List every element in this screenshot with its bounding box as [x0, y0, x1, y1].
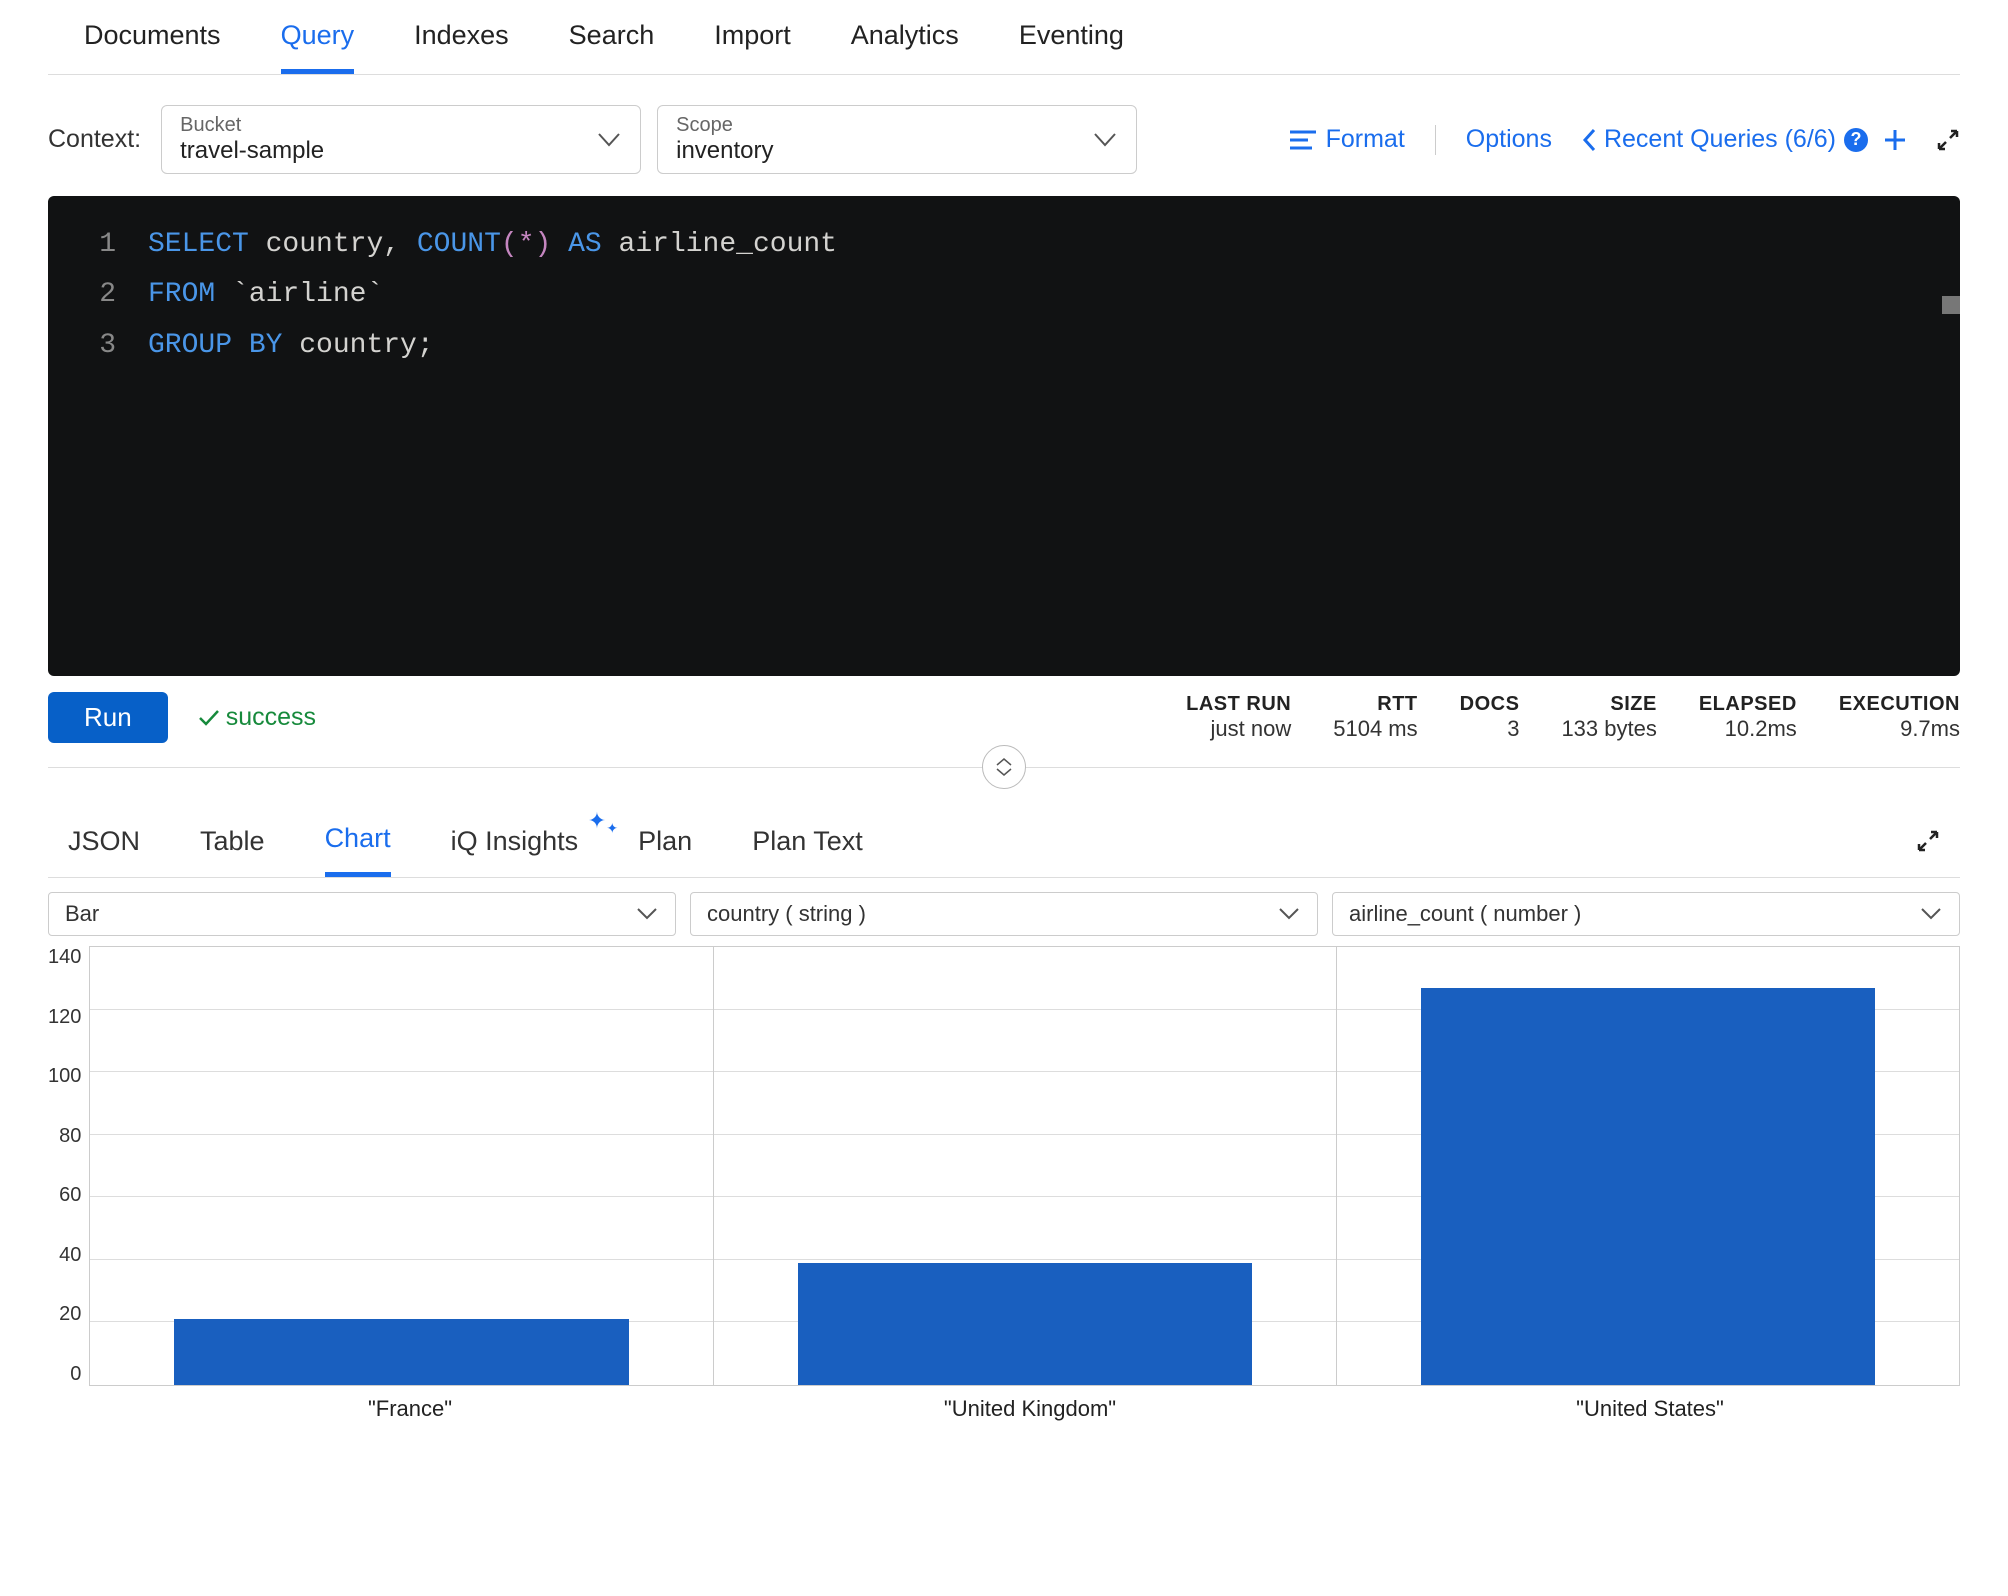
help-badge-icon: ?	[1844, 128, 1868, 152]
y-tick: 40	[59, 1244, 81, 1267]
chart-column	[90, 947, 713, 1385]
top-tab-eventing[interactable]: Eventing	[1019, 20, 1124, 74]
stat-elapsed: ELAPSED10.2ms	[1699, 693, 1797, 742]
chevron-down-icon	[1279, 908, 1299, 920]
top-tabs: Documents Query Indexes Search Import Analyti…	[48, 0, 1960, 75]
top-tab-indexes[interactable]: Indexes	[414, 20, 509, 74]
top-tab-search[interactable]: Search	[569, 20, 655, 74]
chevron-down-icon	[1094, 133, 1116, 147]
run-button[interactable]: Run	[48, 692, 168, 743]
chevron-down-icon	[598, 133, 620, 147]
chart: 140 120 100 80 60 40 20 0	[48, 942, 1960, 1386]
stat-last-run: LAST RUNjust now	[1186, 693, 1291, 742]
result-tab-iq-insights[interactable]: iQ Insights✦✦	[451, 826, 579, 875]
chart-y-select[interactable]: airline_count ( number )	[1332, 892, 1960, 936]
y-tick: 0	[70, 1363, 81, 1386]
y-tick: 20	[59, 1303, 81, 1326]
options-button[interactable]: Options	[1466, 125, 1552, 154]
chevron-up-icon	[995, 757, 1013, 767]
y-tick: 60	[59, 1184, 81, 1207]
scope-dropdown[interactable]: Scope inventory	[657, 105, 1137, 174]
chart-type-select[interactable]: Bar	[48, 892, 676, 936]
result-tab-plan[interactable]: Plan	[638, 826, 692, 875]
stat-rtt: RTT5104 ms	[1333, 693, 1417, 742]
chart-x-select[interactable]: country ( string )	[690, 892, 1318, 936]
recent-queries-button[interactable]: Recent Queries (6/6) ?	[1582, 125, 1906, 154]
line-number: 2	[48, 270, 148, 320]
x-tick: "United States"	[1340, 1386, 1960, 1422]
x-tick: "United Kingdom"	[720, 1386, 1340, 1422]
top-tab-import[interactable]: Import	[714, 20, 791, 74]
expand-icon[interactable]	[1916, 829, 1940, 871]
result-tab-json[interactable]: JSON	[68, 826, 140, 875]
result-tab-plan-text[interactable]: Plan Text	[752, 826, 863, 875]
code-line[interactable]: FROM `airline`	[148, 270, 1960, 320]
y-tick: 120	[48, 1006, 81, 1029]
chevron-left-icon	[1582, 128, 1596, 152]
expand-icon[interactable]	[1936, 128, 1960, 152]
code-line[interactable]: GROUP BY country;	[148, 321, 1960, 371]
chevron-down-icon	[637, 908, 657, 920]
chart-y-axis: 140 120 100 80 60 40 20 0	[48, 946, 89, 1386]
run-status: success	[198, 703, 316, 732]
result-tab-chart[interactable]: Chart	[325, 823, 391, 877]
plus-icon[interactable]	[1884, 129, 1906, 151]
chart-bar	[798, 1263, 1252, 1385]
context-label: Context:	[48, 125, 141, 154]
line-number: 1	[48, 220, 148, 270]
chart-column	[714, 947, 1337, 1385]
chart-controls: Bar country ( string ) airline_count ( n…	[48, 878, 1960, 942]
collapse-handle[interactable]	[982, 745, 1026, 789]
query-editor[interactable]: 1SELECT country, COUNT(*) AS airline_cou…	[48, 196, 1960, 676]
line-number: 3	[48, 321, 148, 371]
chevron-down-icon	[995, 767, 1013, 777]
chevron-down-icon	[1921, 908, 1941, 920]
stat-size: SIZE133 bytes	[1561, 693, 1656, 742]
sparkle-icon: ✦	[588, 808, 606, 834]
chart-bar	[1421, 988, 1875, 1385]
chart-x-axis: "France""United Kingdom""United States"	[48, 1386, 1960, 1422]
chart-column	[1337, 947, 1959, 1385]
stat-docs: DOCS3	[1460, 693, 1520, 742]
y-tick: 140	[48, 946, 81, 969]
result-tab-table[interactable]: Table	[200, 826, 265, 875]
format-button[interactable]: Format	[1290, 125, 1405, 154]
x-tick: "France"	[100, 1386, 720, 1422]
bucket-dropdown[interactable]: Bucket travel-sample	[161, 105, 641, 174]
top-tab-analytics[interactable]: Analytics	[851, 20, 959, 74]
chart-plot-area	[89, 946, 1960, 1386]
run-row: Run success LAST RUNjust now RTT5104 ms DO…	[48, 676, 1960, 768]
context-row: Context: Bucket travel-sample Scope inve…	[48, 75, 1960, 196]
y-tick: 80	[59, 1125, 81, 1148]
top-tab-documents[interactable]: Documents	[84, 20, 221, 74]
y-tick: 100	[48, 1065, 81, 1088]
scrollbar-thumb[interactable]	[1942, 296, 1960, 314]
code-line[interactable]: SELECT country, COUNT(*) AS airline_coun…	[148, 220, 1960, 270]
format-icon	[1290, 129, 1316, 151]
chart-bar	[174, 1319, 628, 1385]
top-tab-query[interactable]: Query	[281, 20, 355, 74]
stat-execution: EXECUTION9.7ms	[1839, 693, 1960, 742]
check-icon	[198, 709, 220, 727]
